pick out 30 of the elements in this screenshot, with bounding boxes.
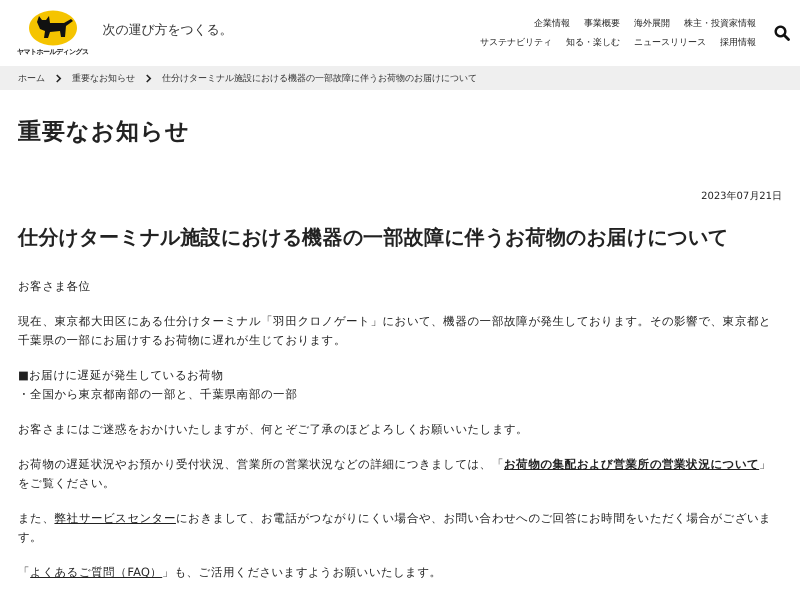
paragraph: 現在、東京都大田区にある仕分けターミナル「羽田クロノゲート」において、機器の一部故障が発生しております。その影響で、東京都と千葉県の一部にお届けするお荷物に遅れが生じております。 (18, 313, 772, 349)
nav-link[interactable]: 海外展開 (634, 17, 670, 30)
chevron-icon (145, 74, 152, 82)
article-title: 仕分けターミナル施設における機器の一部故障に伴うお荷物のお届けについて (18, 224, 730, 251)
chevron-icon (55, 74, 62, 82)
nav-link[interactable]: 知る・楽しむ (566, 36, 620, 49)
nav-link[interactable]: ニュースリリース (634, 36, 706, 49)
breadcrumb-link[interactable]: ホーム (18, 72, 45, 84)
paragraph: また、弊社サービスセンター におきまして、お電話がつながりにくい場合や、お問い合わせへのご回答にお時間をいただく場合がございます。 (18, 510, 772, 546)
paragraph: 「よくあるご質問（FAQ）」も、ご活用くださいますようお願いいたします。 (18, 564, 443, 581)
breadcrumb-current: 仕分けターミナル施設における機器の一部故障に伴うお荷物のお届けについて (162, 72, 477, 84)
text-link[interactable]: お荷物の集配および営業所の営業状況について (504, 457, 760, 471)
text-link[interactable]: 弊社サービスセンター (54, 511, 176, 525)
text-link[interactable]: よくあるご質問（FAQ） (30, 565, 162, 579)
list-line: ・全国から東京都南部の一部と、千葉県南部の一部 (18, 386, 298, 403)
search-icon[interactable] (774, 25, 790, 41)
paragraph: お荷物の遅延状況やお預かり受付状況、営業所の営業状況などの詳細につきましては、「お荷物の集配および営業所の営業状況について」をご覧ください。 (18, 456, 772, 492)
page-title: 重要なお知らせ (18, 118, 191, 147)
nav-link[interactable]: サステナビリティ (480, 36, 552, 49)
nav-link[interactable]: 企業情報 (534, 17, 570, 30)
breadcrumb-link[interactable]: 重要なお知らせ (72, 72, 135, 84)
date: 2023年07月21日 (700, 190, 782, 203)
list-line: ■お届けに遅延が発生しているお荷物 (18, 367, 224, 384)
nav-link[interactable]: 株主・投資家情報 (684, 17, 756, 30)
nav-link[interactable]: 事業概要 (584, 17, 620, 30)
paragraph: お客さま各位 (18, 278, 92, 295)
nav-link[interactable]: 採用情報 (720, 36, 756, 49)
logo-icon[interactable] (28, 10, 78, 46)
paragraph: お客さまにはご迷惑をおかけいたしますが、何とぞご了承のほどよろしくお願いいたします。 (18, 421, 530, 438)
tagline: 次の運び方をつくる。 (102, 22, 232, 39)
